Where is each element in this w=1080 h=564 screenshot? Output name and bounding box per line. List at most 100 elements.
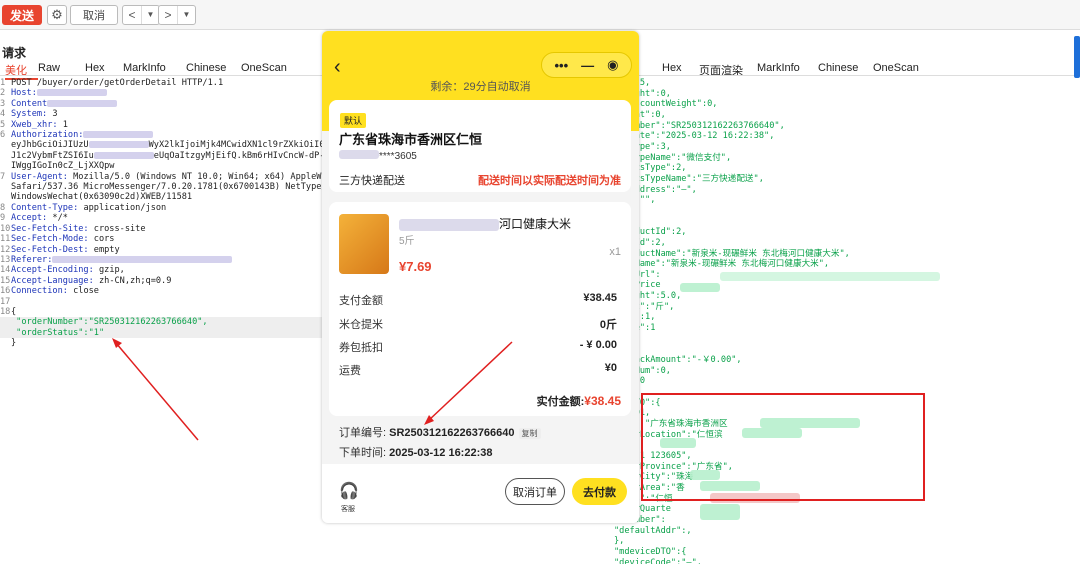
- service-label[interactable]: 客服: [341, 504, 355, 514]
- gear-icon[interactable]: ⚙: [47, 5, 67, 25]
- request-body[interactable]: 1 POST /buyer/order/getOrderDetail HTTP/1…: [0, 78, 322, 349]
- code-line: 3 Content: [0, 99, 322, 109]
- code-line: celsNum":0,: [614, 365, 671, 376]
- code-line: "orderStatus":"1": [0, 327, 322, 339]
- forward-arrow-icon[interactable]: >: [159, 6, 177, 24]
- code-line: entTypeName":"微信支付",: [614, 152, 732, 163]
- code-line: 1 POST /buyer/order/getOrderDetail HTTP/1…: [0, 78, 224, 88]
- code-line: "deviceCode":"—",: [614, 557, 702, 564]
- product-qty: x1: [609, 246, 621, 258]
- history-back-group[interactable]: < ▼: [122, 5, 160, 25]
- order-time-row: 下单时间: 2025-03-12 16:22:38: [339, 447, 493, 459]
- code-line: ark":"",: [614, 195, 1080, 206]
- code-line: 11Sec-Fetch-Mode: cors: [0, 234, 115, 245]
- code-line: 8 Content-Type: application/json: [0, 202, 167, 213]
- cancel-button[interactable]: 取消: [70, 5, 118, 25]
- delivery-method: 三方快递配送: [339, 175, 405, 187]
- code-line: 13Referer:: [0, 255, 322, 265]
- mini-program-window: ‹ ••• — ◉ 剩余：29分自动取消 默认 广东省珠海市香洲区仁恒 ****…: [322, 31, 639, 523]
- code-line: entType":3,: [614, 141, 671, 152]
- chevron-down-icon[interactable]: ▼: [141, 6, 159, 24]
- capsule-menu[interactable]: ••• — ◉: [541, 52, 632, 78]
- code-line: "weight":5.0,: [614, 291, 682, 302]
- line-number: 7: [0, 171, 6, 182]
- code-line: iceAddress":"—",: [614, 184, 697, 195]
- code-line: 15Accept-Language: zh-CN,zh;q=0.9: [0, 275, 172, 286]
- back-arrow-icon[interactable]: <: [123, 6, 141, 24]
- code-line: 6 Authorization:: [0, 130, 322, 140]
- code-line: IWggIGoIn0cZ_LjXXQpw: [11, 161, 115, 172]
- redacted-blur: [36, 89, 107, 97]
- pay-button[interactable]: 去付款: [572, 478, 627, 505]
- code-line: 12Sec-Fetch-Dest: empty: [0, 244, 120, 255]
- code-line: 5 Xweb_xhr: 1: [0, 119, 68, 130]
- code-line: 10Sec-Fetch-Site: cross-site: [0, 223, 146, 234]
- send-button[interactable]: 发送: [2, 5, 42, 25]
- code-line: seNumber":: [614, 514, 666, 525]
- code-line: alDiscountWeight":0,: [614, 99, 718, 110]
- order-number: SR250312162263766640: [389, 427, 515, 439]
- line-number: 4: [0, 109, 6, 120]
- line-number: 11: [0, 234, 11, 245]
- product-name: 河口健康大米: [399, 215, 571, 232]
- code-line: erNumber":"SR250312162263766640",: [614, 120, 785, 131]
- code-line: one":0: [614, 376, 1080, 387]
- line-number: 6: [0, 130, 6, 141]
- code-line: 9 Accept: */*: [0, 213, 68, 224]
- code-line: 14Accept-Encoding: gzip,: [0, 265, 125, 276]
- back-icon[interactable]: ‹: [334, 56, 341, 79]
- code-line: "type":1: [614, 323, 1080, 334]
- code-line: 2 Host:: [0, 88, 322, 98]
- code-line: 17: [0, 297, 322, 307]
- redacted-blur: [83, 131, 154, 139]
- close-circle-icon[interactable]: ◉: [607, 57, 618, 73]
- redacted-blur: [88, 141, 149, 149]
- toolbar: 发送 ⚙ 取消 < ▼ > ▼: [0, 0, 1080, 30]
- redacted-blur: [52, 255, 233, 263]
- copy-button[interactable]: 复制: [518, 428, 541, 439]
- total-paid: 实付金额:¥38.45: [536, 394, 621, 408]
- cancel-order-button[interactable]: 取消订单: [505, 478, 565, 505]
- minimize-icon[interactable]: —: [581, 58, 594, 73]
- code-line: }: [11, 338, 17, 349]
- line-number: 18: [0, 306, 11, 317]
- chevron-down-icon[interactable]: ▼: [177, 6, 195, 24]
- line-number: 13: [0, 254, 11, 265]
- redacted-blur: [680, 283, 720, 292]
- line-number: 9: [0, 213, 6, 224]
- code-line: isticsType":2,: [614, 163, 687, 174]
- summary-row: 支付金额 ¥38.45: [339, 292, 617, 307]
- code-line: WindowsWechat(0x63090c2d)XWEB/11581: [11, 192, 193, 203]
- redacted-blur: [700, 504, 740, 520]
- code-line: "unit":"斤",: [614, 301, 675, 312]
- code-line: 16Connection: close: [0, 286, 99, 297]
- line-number: 2: [0, 88, 6, 99]
- product-image: [339, 214, 389, 274]
- code-line: "skuId":2,: [614, 237, 666, 248]
- order-summary-card: 河口健康大米 5斤 x1 ¥7.69 支付金额 ¥38.45 米仓提米 0斤 券包抵…: [329, 202, 631, 416]
- summary-row: 米仓提米 0斤: [339, 319, 617, 331]
- code-line: J1c2VybmFtZSI6Iu eUqOaItzgyMjEifQ.kBm6rHI…: [11, 150, 322, 161]
- bottom-bar: 🎧 客服 取消订单 去付款: [322, 464, 639, 523]
- scrollbar[interactable]: [1074, 36, 1080, 78]
- code-line: "defaultAddr":,: [614, 525, 692, 536]
- arrow-line: [115, 342, 199, 441]
- line-number: 8: [0, 202, 6, 213]
- contact-phone: ****3605: [339, 150, 417, 162]
- history-forward-group[interactable]: > ▼: [158, 5, 196, 25]
- line-number: 14: [0, 265, 11, 276]
- highlight-box: [641, 393, 925, 501]
- more-icon[interactable]: •••: [555, 58, 569, 73]
- redacted-blur: [47, 99, 118, 107]
- countdown-text: 剩余：29分自动取消: [430, 81, 531, 93]
- order-number-row: 订单编号: SR250312162263766640 复制: [339, 424, 541, 440]
- address-card[interactable]: 默认 广东省珠海市香洲区仁恒 ****3605 三方快递配送 配送时间以实际配送…: [329, 100, 631, 192]
- code-line: 7 User-Agent: Mozilla/5.0 (Windows NT 10.…: [0, 171, 322, 182]
- redacted-blur: [720, 272, 940, 281]
- headset-icon[interactable]: 🎧: [339, 481, 359, 501]
- address-text: 广东省珠海市香洲区仁恒: [339, 132, 483, 147]
- line-number: 1: [0, 78, 6, 88]
